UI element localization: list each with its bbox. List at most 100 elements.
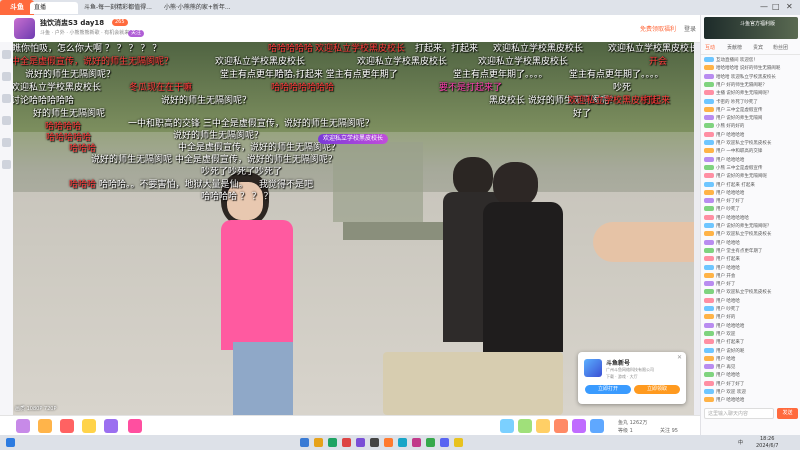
person-3-head [493, 162, 538, 207]
danmaku: 要不是打起来了 [439, 83, 503, 93]
chat-input[interactable]: 这里输入聊天内容 [704, 408, 774, 419]
chat-message: 用户 说好的师生无隔阂 [704, 115, 798, 123]
gift-icon[interactable] [536, 419, 550, 433]
open-app-button[interactable]: 立即打开 [585, 385, 631, 394]
gift-icon[interactable] [518, 419, 532, 433]
taskbar-app-icon[interactable] [454, 438, 463, 447]
ad-banner[interactable]: 斗鱼官方福利版 [704, 17, 798, 39]
streamer-avatar[interactable] [14, 18, 35, 39]
level-badge-icon [704, 173, 714, 179]
tab-live[interactable]: 直播 [30, 2, 78, 14]
close-icon[interactable]: ✕ [677, 354, 682, 361]
gift-icon[interactable] [38, 419, 52, 433]
chat-text: 用户 欢迎私立学校黑皮校长 [716, 141, 772, 146]
chat-message: 用户 哈哈哈哈 [704, 131, 798, 140]
taskbar-app-icon[interactable] [398, 438, 407, 447]
tab-interact[interactable]: 互动 [705, 44, 715, 51]
taskbar-app-icon[interactable] [328, 438, 337, 447]
taskbar-app-icon[interactable] [356, 438, 365, 447]
chat-message: 用户 打起来 [704, 256, 798, 264]
quality-label[interactable]: 画质 1080P 720P [15, 405, 56, 412]
gift-icon[interactable] [60, 419, 74, 433]
chat-text: 用户 哈哈哈哈 [716, 323, 745, 329]
gift-icon[interactable] [590, 419, 604, 433]
danmaku: 说好的师生无隔阂呢？ [25, 70, 116, 80]
chat-message: 用户 哈哈哈 [704, 239, 798, 248]
taskbar-app-icon[interactable] [300, 438, 309, 447]
clock-time: 18:26 [760, 436, 775, 442]
chat-message: 用户 哈哈 [704, 355, 798, 364]
home-icon[interactable] [2, 50, 11, 59]
tab-vip[interactable]: 贵宾 [753, 44, 763, 51]
game-icon[interactable] [2, 116, 11, 125]
gift-icon[interactable] [554, 419, 568, 433]
taskbar-app-icon[interactable] [342, 438, 351, 447]
chat-message: 用户 好的师生无隔阂呢？ [704, 81, 798, 90]
level-badge-icon [704, 306, 714, 311]
follow-badge[interactable]: 关注 [128, 30, 145, 37]
chat-message: 哈哈哈哈哈 说好的师生无隔阂呢 [704, 65, 798, 73]
danmaku: 欢迎私立学校黑皮校长 [13, 83, 102, 93]
chat-message: 用户 欢迎私立学校黑皮校长 [704, 140, 798, 148]
level-badge-icon [704, 140, 714, 145]
free-gift-link[interactable]: 免费领取福利 [640, 24, 676, 33]
taskbar-app-icon[interactable] [384, 438, 393, 447]
chat-text: 用户 打起来了 [716, 340, 745, 346]
chat-message: 用户 哈哈哈 [704, 264, 798, 273]
danmaku: 哈哈 打起来 堂主有点更年期了 [275, 70, 398, 80]
video-icon[interactable] [2, 138, 11, 147]
start-icon[interactable] [6, 438, 15, 447]
chat-text: 用户 好了好了 [716, 381, 745, 387]
chat-text: 用户 哈哈哈 [716, 240, 740, 246]
chat-text: 哈哈哈 欢迎私立学校黑皮校长 [716, 74, 776, 80]
level-badge-icon [704, 264, 714, 270]
chat-text: 用户 吵死了 [716, 307, 740, 312]
tab-contribution[interactable]: 贡献榜 [727, 44, 742, 51]
taskbar-app-icon[interactable] [370, 438, 379, 447]
gift-icon[interactable] [500, 419, 514, 433]
follow-icon[interactable] [2, 72, 11, 81]
gift-icon[interactable] [82, 419, 96, 433]
gift-icon[interactable] [128, 419, 142, 433]
maximize-icon[interactable]: □ [772, 2, 780, 11]
level-badge-icon [704, 256, 714, 262]
category-icon[interactable] [2, 94, 11, 103]
tab-room[interactable]: 小熊·小熊熊的家+新年... [160, 2, 248, 14]
send-button[interactable]: 发送 [777, 408, 798, 419]
danmaku: 哈哈哈哈 ？ ？ ？ [201, 192, 273, 202]
chat-message: 用户 开会 [704, 272, 798, 281]
level-badge-icon [704, 380, 714, 386]
login-button[interactable]: 登录 [684, 24, 696, 33]
danmaku: 欢迎私立学校黑皮校长 [315, 44, 406, 54]
left-nav-rail [0, 42, 13, 415]
chat-text: 小熊 三中全是虚假宣传 [716, 165, 763, 171]
ime-indicator[interactable]: 中 [738, 439, 743, 446]
tab-douyu[interactable]: 斗鱼-每一刻精彩都值得... [80, 2, 158, 14]
taskbar-app-icon[interactable] [412, 438, 421, 447]
chat-message: 用户 堂主有点更年期了 [704, 247, 798, 256]
taskbar-app-icon[interactable] [440, 438, 449, 447]
clock-date: 2024/6/7 [756, 443, 779, 449]
tab-fans[interactable]: 粉丝团 [773, 44, 788, 51]
chat-text: 用户 好了 [716, 282, 736, 288]
gift-icon[interactable] [104, 419, 118, 433]
hot-badge: 265 [112, 19, 128, 26]
chat-text: 用户 欢迎私立学校黑皮校长 [716, 290, 772, 296]
level-badge-icon [704, 231, 714, 237]
close-icon[interactable]: ✕ [786, 2, 793, 11]
ad-text: 斗鱼官方福利版 [740, 21, 776, 27]
claim-button[interactable]: 立即领取 [634, 385, 680, 394]
more-icon[interactable] [2, 160, 11, 169]
gift-icon[interactable] [572, 419, 586, 433]
chat-message: 用户 好了好了 [704, 198, 798, 206]
chat-message: 用户 哈哈哈哈 [704, 397, 798, 405]
douyu-logo[interactable]: 斗鱼 [0, 0, 34, 15]
level-badge-icon [704, 65, 714, 71]
taskbar-app-icon[interactable] [314, 438, 323, 447]
level-badge-icon [704, 73, 714, 79]
chat-text: 小熊 好的好的 [716, 124, 745, 130]
gift-icon[interactable] [16, 419, 30, 433]
pavilion [333, 142, 423, 222]
taskbar-app-icon[interactable] [426, 438, 435, 447]
minimize-icon[interactable]: — [760, 2, 768, 11]
